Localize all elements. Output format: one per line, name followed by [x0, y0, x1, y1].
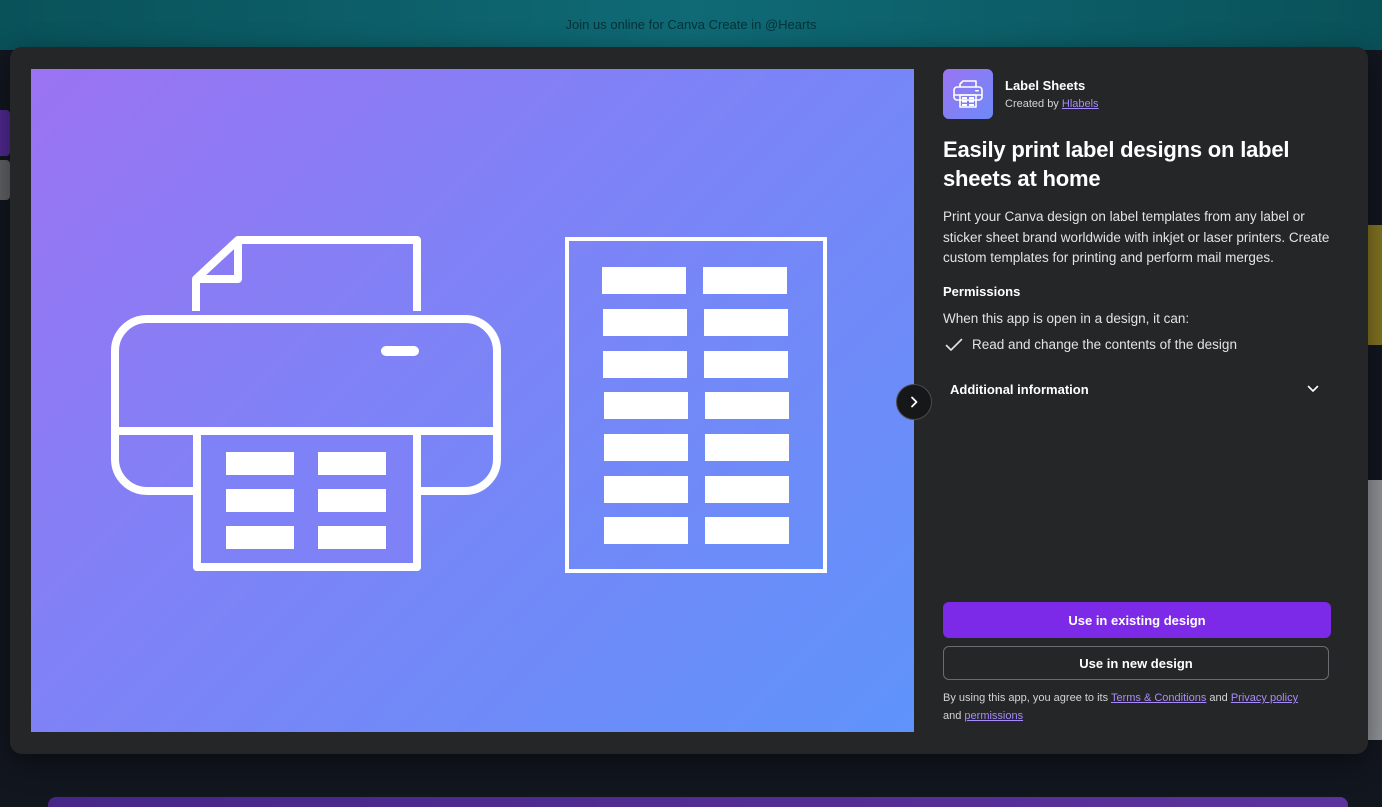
permissions-link[interactable]: permissions [964, 710, 1023, 722]
permissions-title: Permissions [943, 284, 1021, 299]
permission-item: Read and change the contents of the desi… [945, 337, 1237, 352]
printer-indicator [381, 346, 419, 356]
chevron-right-icon [911, 396, 918, 408]
hero-illustration [111, 236, 827, 573]
printer-icon [953, 80, 983, 108]
additional-information-toggle[interactable]: Additional information [943, 374, 1331, 404]
created-by-label: Created by [1005, 98, 1059, 110]
next-image-button[interactable] [896, 384, 932, 420]
permissions-subtitle: When this app is open in a design, it ca… [943, 311, 1190, 326]
use-in-new-design-button[interactable]: Use in new design [943, 646, 1329, 680]
use-in-existing-design-button[interactable]: Use in existing design [943, 602, 1331, 638]
legal-and-1: and [1209, 692, 1228, 704]
label-sheet-icon [565, 237, 827, 573]
app-preview-image [31, 69, 914, 732]
app-details-modal: Label Sheets Created by Hlabels Easily p… [10, 47, 1368, 754]
app-name: Label Sheets [1005, 78, 1086, 93]
legal-and-2: and [943, 710, 962, 722]
app-description: Print your Canva design on label templat… [943, 209, 1330, 265]
app-info-panel: Label Sheets Created by Hlabels Easily p… [943, 69, 1333, 732]
app-icon [943, 69, 993, 119]
legal-prefix: By using this app, you agree to its [943, 692, 1109, 704]
permission-item-label: Read and change the contents of the desi… [972, 337, 1237, 352]
app-headline: Easily print label designs on label shee… [943, 137, 1290, 191]
legal-notice: By using this app, you agree to its Term… [943, 689, 1333, 725]
chevron-down-icon [1307, 385, 1319, 392]
privacy-policy-link[interactable]: Privacy policy [1231, 692, 1298, 704]
printer-icon [111, 236, 501, 571]
additional-information-label: Additional information [950, 381, 1089, 397]
app-creator: Created by Hlabels [1005, 98, 1099, 110]
creator-link[interactable]: Hlabels [1062, 98, 1099, 110]
terms-link[interactable]: Terms & Conditions [1111, 692, 1206, 704]
check-icon [945, 338, 963, 351]
